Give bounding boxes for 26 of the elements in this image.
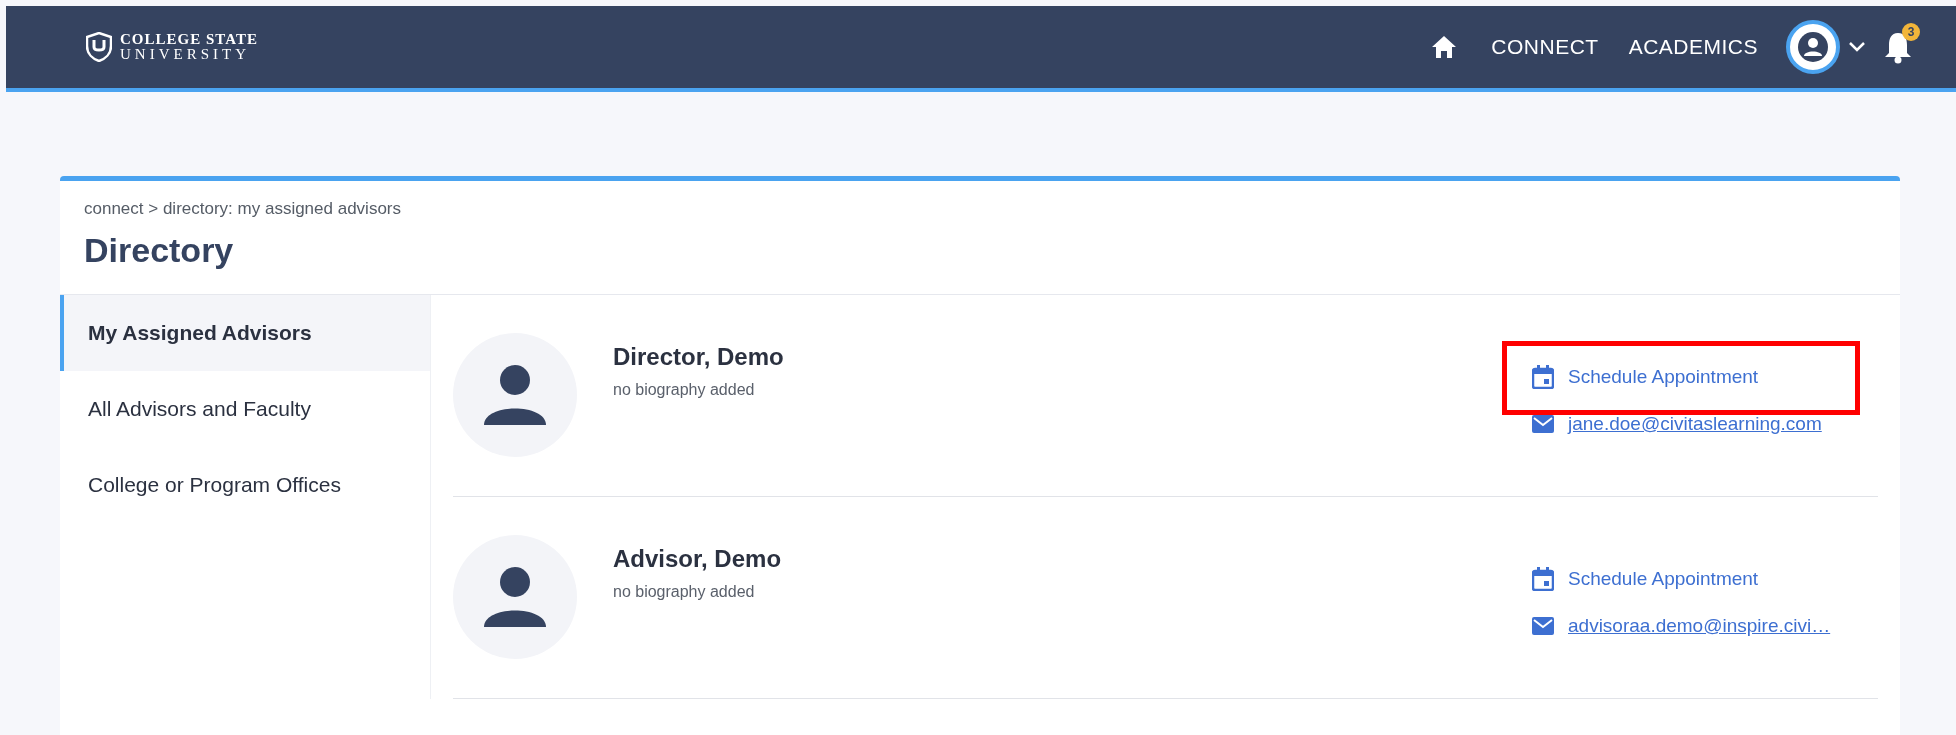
notification-count: 3: [1902, 23, 1920, 41]
sidebar-item[interactable]: All Advisors and Faculty: [60, 371, 430, 447]
email-link[interactable]: advisoraa.demo@inspire.civi…: [1568, 615, 1831, 637]
chevron-down-icon[interactable]: [1848, 41, 1866, 53]
schedule-appointment-link[interactable]: Schedule Appointment: [1568, 568, 1759, 590]
sidebar-item[interactable]: My Assigned Advisors: [60, 295, 430, 371]
logo-text: COLLEGE STATE: [120, 32, 258, 47]
logo-text: UNIVERSITY: [120, 47, 251, 62]
sidebar-item[interactable]: College or Program Offices: [60, 447, 430, 523]
biography-text: no biography added: [613, 583, 756, 601]
breadcrumb: connect > directory: my assigned advisors: [83, 198, 401, 219]
nav-link[interactable]: CONNECT: [1491, 35, 1599, 59]
home-icon[interactable]: [1431, 35, 1458, 59]
schedule-appointment-link[interactable]: Schedule Appointment: [1568, 366, 1759, 388]
page-title: Directory: [83, 230, 234, 271]
profile-avatar[interactable]: [1786, 20, 1840, 74]
email-link[interactable]: jane.doe@civitaslearning.com: [1568, 413, 1822, 435]
calendar-icon: [1532, 567, 1554, 591]
envelope-icon: [1532, 617, 1554, 635]
shield-logo-icon: [86, 32, 112, 62]
advisor-name: Director, Demo: [613, 343, 785, 371]
envelope-icon: [1532, 415, 1554, 433]
nav-link[interactable]: ACADEMICS: [1628, 35, 1758, 59]
calendar-icon: [1532, 365, 1554, 389]
advisor-name: Advisor, Demo: [613, 545, 783, 573]
biography-text: no biography added: [613, 381, 756, 399]
